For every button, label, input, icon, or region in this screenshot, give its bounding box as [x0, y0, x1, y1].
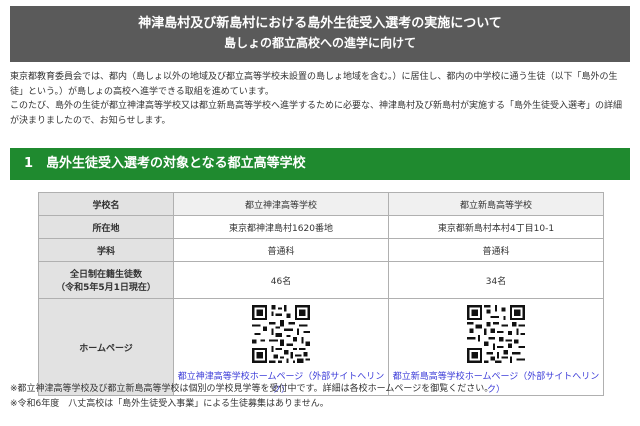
section-heading: 1 島外生徒受入選考の対象となる都立高等学校: [10, 148, 630, 180]
intro-text: 東京都教育委員会では、都内（島しょ以外の地域及び都立高等学校未設置の島しょ地域を…: [10, 70, 630, 128]
address-cell: 東京都神津島村1620番地: [173, 215, 389, 239]
table-row: 全日制在籍生徒数 （令和5年5月1日現在） 46名 34名: [38, 261, 604, 299]
header-homepage: ホームページ: [38, 298, 174, 396]
header-course: 学科: [38, 238, 174, 262]
intro-line: 徒」という。）が島しょの高校へ進学できる取組を進めています。: [10, 86, 274, 97]
table-row: 所在地 東京都神津島村1620番地 東京都新島村本村4丁目10-1: [38, 215, 604, 239]
students-cell: 46名: [173, 261, 389, 299]
homepage-cell: 都立神津高等学校ホームページ（外部サイトへリンク）: [173, 298, 389, 396]
page-subtitle: 島しょの都立高校への進学に向けて: [223, 36, 416, 50]
page-header: 神津島村及び新島村における島外生徒受入選考の実施について 島しょの都立高校への進…: [10, 6, 630, 62]
qr-code-icon: [250, 303, 312, 365]
header-students-note: （令和5年5月1日現在）: [56, 283, 156, 293]
header-students: 全日制在籍生徒数 （令和5年5月1日現在）: [38, 261, 174, 299]
note-line: ※都立神津高等学校及び都立新島高等学校は個別の学校見学等を受付中です。詳細は各校…: [10, 384, 494, 394]
address-cell: 東京都新島村本村4丁目10-1: [388, 215, 604, 239]
qr-code-icon: [465, 303, 527, 365]
intro-line: このたび、島外の生徒が都立神津高等学校又は都立新島高等学校へ進学するために必要な…: [10, 101, 623, 111]
table-row: 学科 普通科 普通科: [38, 238, 604, 262]
homepage-cell: 都立新島高等学校ホームページ（外部サイトへリンク）: [388, 298, 604, 396]
course-cell: 普通科: [388, 238, 604, 262]
course-cell: 普通科: [173, 238, 389, 262]
header-school-name: 学校名: [38, 192, 174, 216]
intro-line: が決まりましたので、お知らせします。: [10, 115, 171, 126]
note-line: ※令和6年度 八丈高校は「島外生徒受入事業」による生徒募集はありません。: [10, 398, 329, 409]
header-location: 所在地: [38, 215, 174, 239]
school-name-cell: 都立神津高等学校: [173, 192, 389, 216]
page-title: 神津島村及び新島村における島外生徒受入選考の実施について: [138, 16, 502, 31]
table-row: ホームページ 都立神津高等学校ホームページ（外部サイトへリンク） 都立新島高等学…: [38, 298, 604, 396]
intro-line: 東京都教育委員会では、都内（島しょ以外の地域及び都立高等学校未設置の島しょ地域を…: [10, 72, 618, 82]
schools-table: 学校名 都立神津高等学校 都立新島高等学校 所在地 東京都神津島村1620番地 …: [38, 192, 604, 396]
header-students-label: 全日制在籍生徒数: [69, 270, 142, 280]
notes: ※都立神津高等学校及び都立新島高等学校は個別の学校見学等を受付中です。詳細は各校…: [10, 382, 630, 411]
students-cell: 34名: [388, 261, 604, 299]
school-name-cell: 都立新島高等学校: [388, 192, 604, 216]
table-row: 学校名 都立神津高等学校 都立新島高等学校: [38, 192, 604, 216]
